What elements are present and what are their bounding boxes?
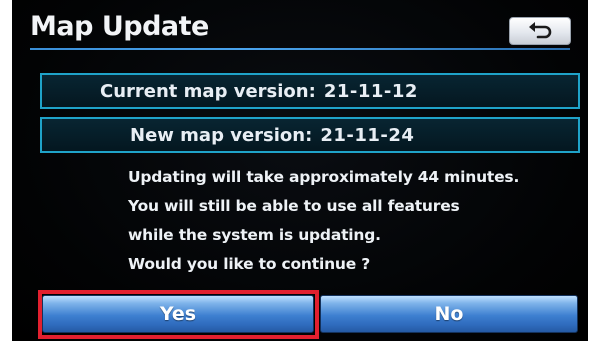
no-button[interactable]: No xyxy=(320,295,578,333)
map-update-screen: Map Update Current map version: 21-11-12… xyxy=(12,0,588,341)
back-button[interactable] xyxy=(509,17,571,45)
return-arrow-icon xyxy=(525,21,555,41)
page-title: Map Update xyxy=(30,11,209,42)
message-line: You will still be able to use all featur… xyxy=(128,197,460,215)
message-line: Updating will take approximately 44 minu… xyxy=(128,168,520,186)
new-map-version-box: New map version: 21-11-24 xyxy=(40,117,580,153)
update-message: Updating will take approximately 44 minu… xyxy=(128,163,568,279)
current-map-version-box: Current map version: 21-11-12 xyxy=(40,73,580,109)
new-map-version-value: 21-11-24 xyxy=(320,124,415,146)
new-map-version-label: New map version: xyxy=(130,124,313,146)
current-map-version-label: Current map version: xyxy=(100,80,316,102)
message-line: Would you like to continue ? xyxy=(128,255,371,273)
current-map-version-value: 21-11-12 xyxy=(323,80,418,102)
yes-button[interactable]: Yes xyxy=(42,295,314,333)
title-divider xyxy=(30,48,570,50)
message-line: while the system is updating. xyxy=(128,226,381,244)
